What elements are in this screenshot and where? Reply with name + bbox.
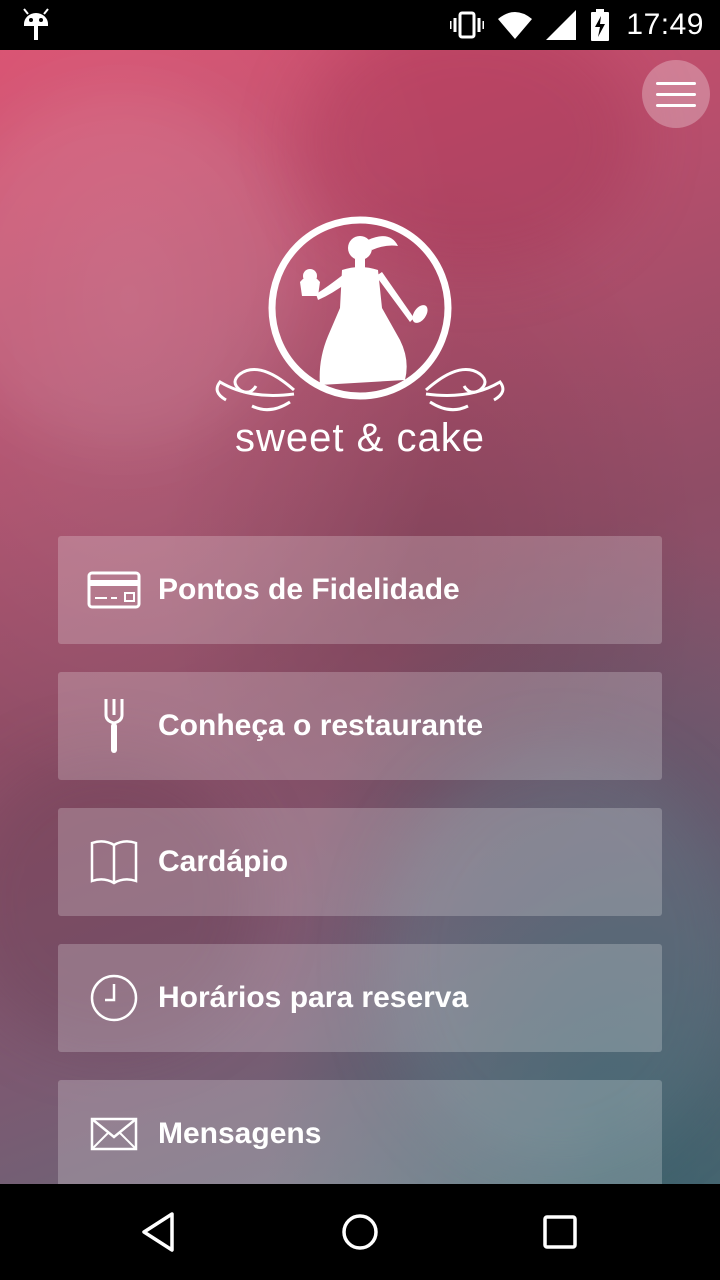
recents-icon[interactable] <box>536 1208 584 1256</box>
clock-icon <box>86 970 142 1026</box>
clock-time: 17:49 <box>626 8 704 41</box>
status-bar: 17:49 <box>0 0 720 50</box>
envelope-icon <box>86 1106 142 1162</box>
menu-item-cardapio[interactable]: Cardápio <box>58 808 662 916</box>
back-icon[interactable] <box>136 1208 184 1256</box>
menu-item-horarios[interactable]: Horários para reserva <box>58 944 662 1052</box>
book-icon <box>86 834 142 890</box>
hamburger-menu-icon[interactable] <box>642 60 710 128</box>
vibrate-icon <box>450 11 485 39</box>
menu-item-label: Pontos de Fidelidade <box>158 573 460 606</box>
menu-item-mensagens[interactable]: Mensagens <box>58 1080 662 1184</box>
main-menu: Pontos de Fidelidade Conheça o restauran… <box>58 536 662 1184</box>
home-icon[interactable] <box>336 1208 384 1256</box>
menu-item-label: Mensagens <box>158 1117 322 1150</box>
battery-charging-icon <box>591 9 610 41</box>
fork-icon <box>86 698 142 754</box>
menu-item-restaurante[interactable]: Conheça o restaurante <box>58 672 662 780</box>
system-nav-bar <box>0 1184 720 1280</box>
menu-item-label: Conheça o restaurante <box>158 709 484 742</box>
menu-item-fidelidade[interactable]: Pontos de Fidelidade <box>58 536 662 644</box>
wifi-icon <box>498 12 533 39</box>
menu-item-label: Horários para reserva <box>158 981 469 1014</box>
app-screen: sweet & cake Pontos de Fidelidade Conheç… <box>0 50 720 1184</box>
credit-card-icon <box>86 562 142 618</box>
menu-item-label: Cardápio <box>158 845 289 878</box>
brand-name: sweet & cake <box>235 416 485 460</box>
signal-icon <box>546 10 577 40</box>
android-icon <box>23 8 49 40</box>
